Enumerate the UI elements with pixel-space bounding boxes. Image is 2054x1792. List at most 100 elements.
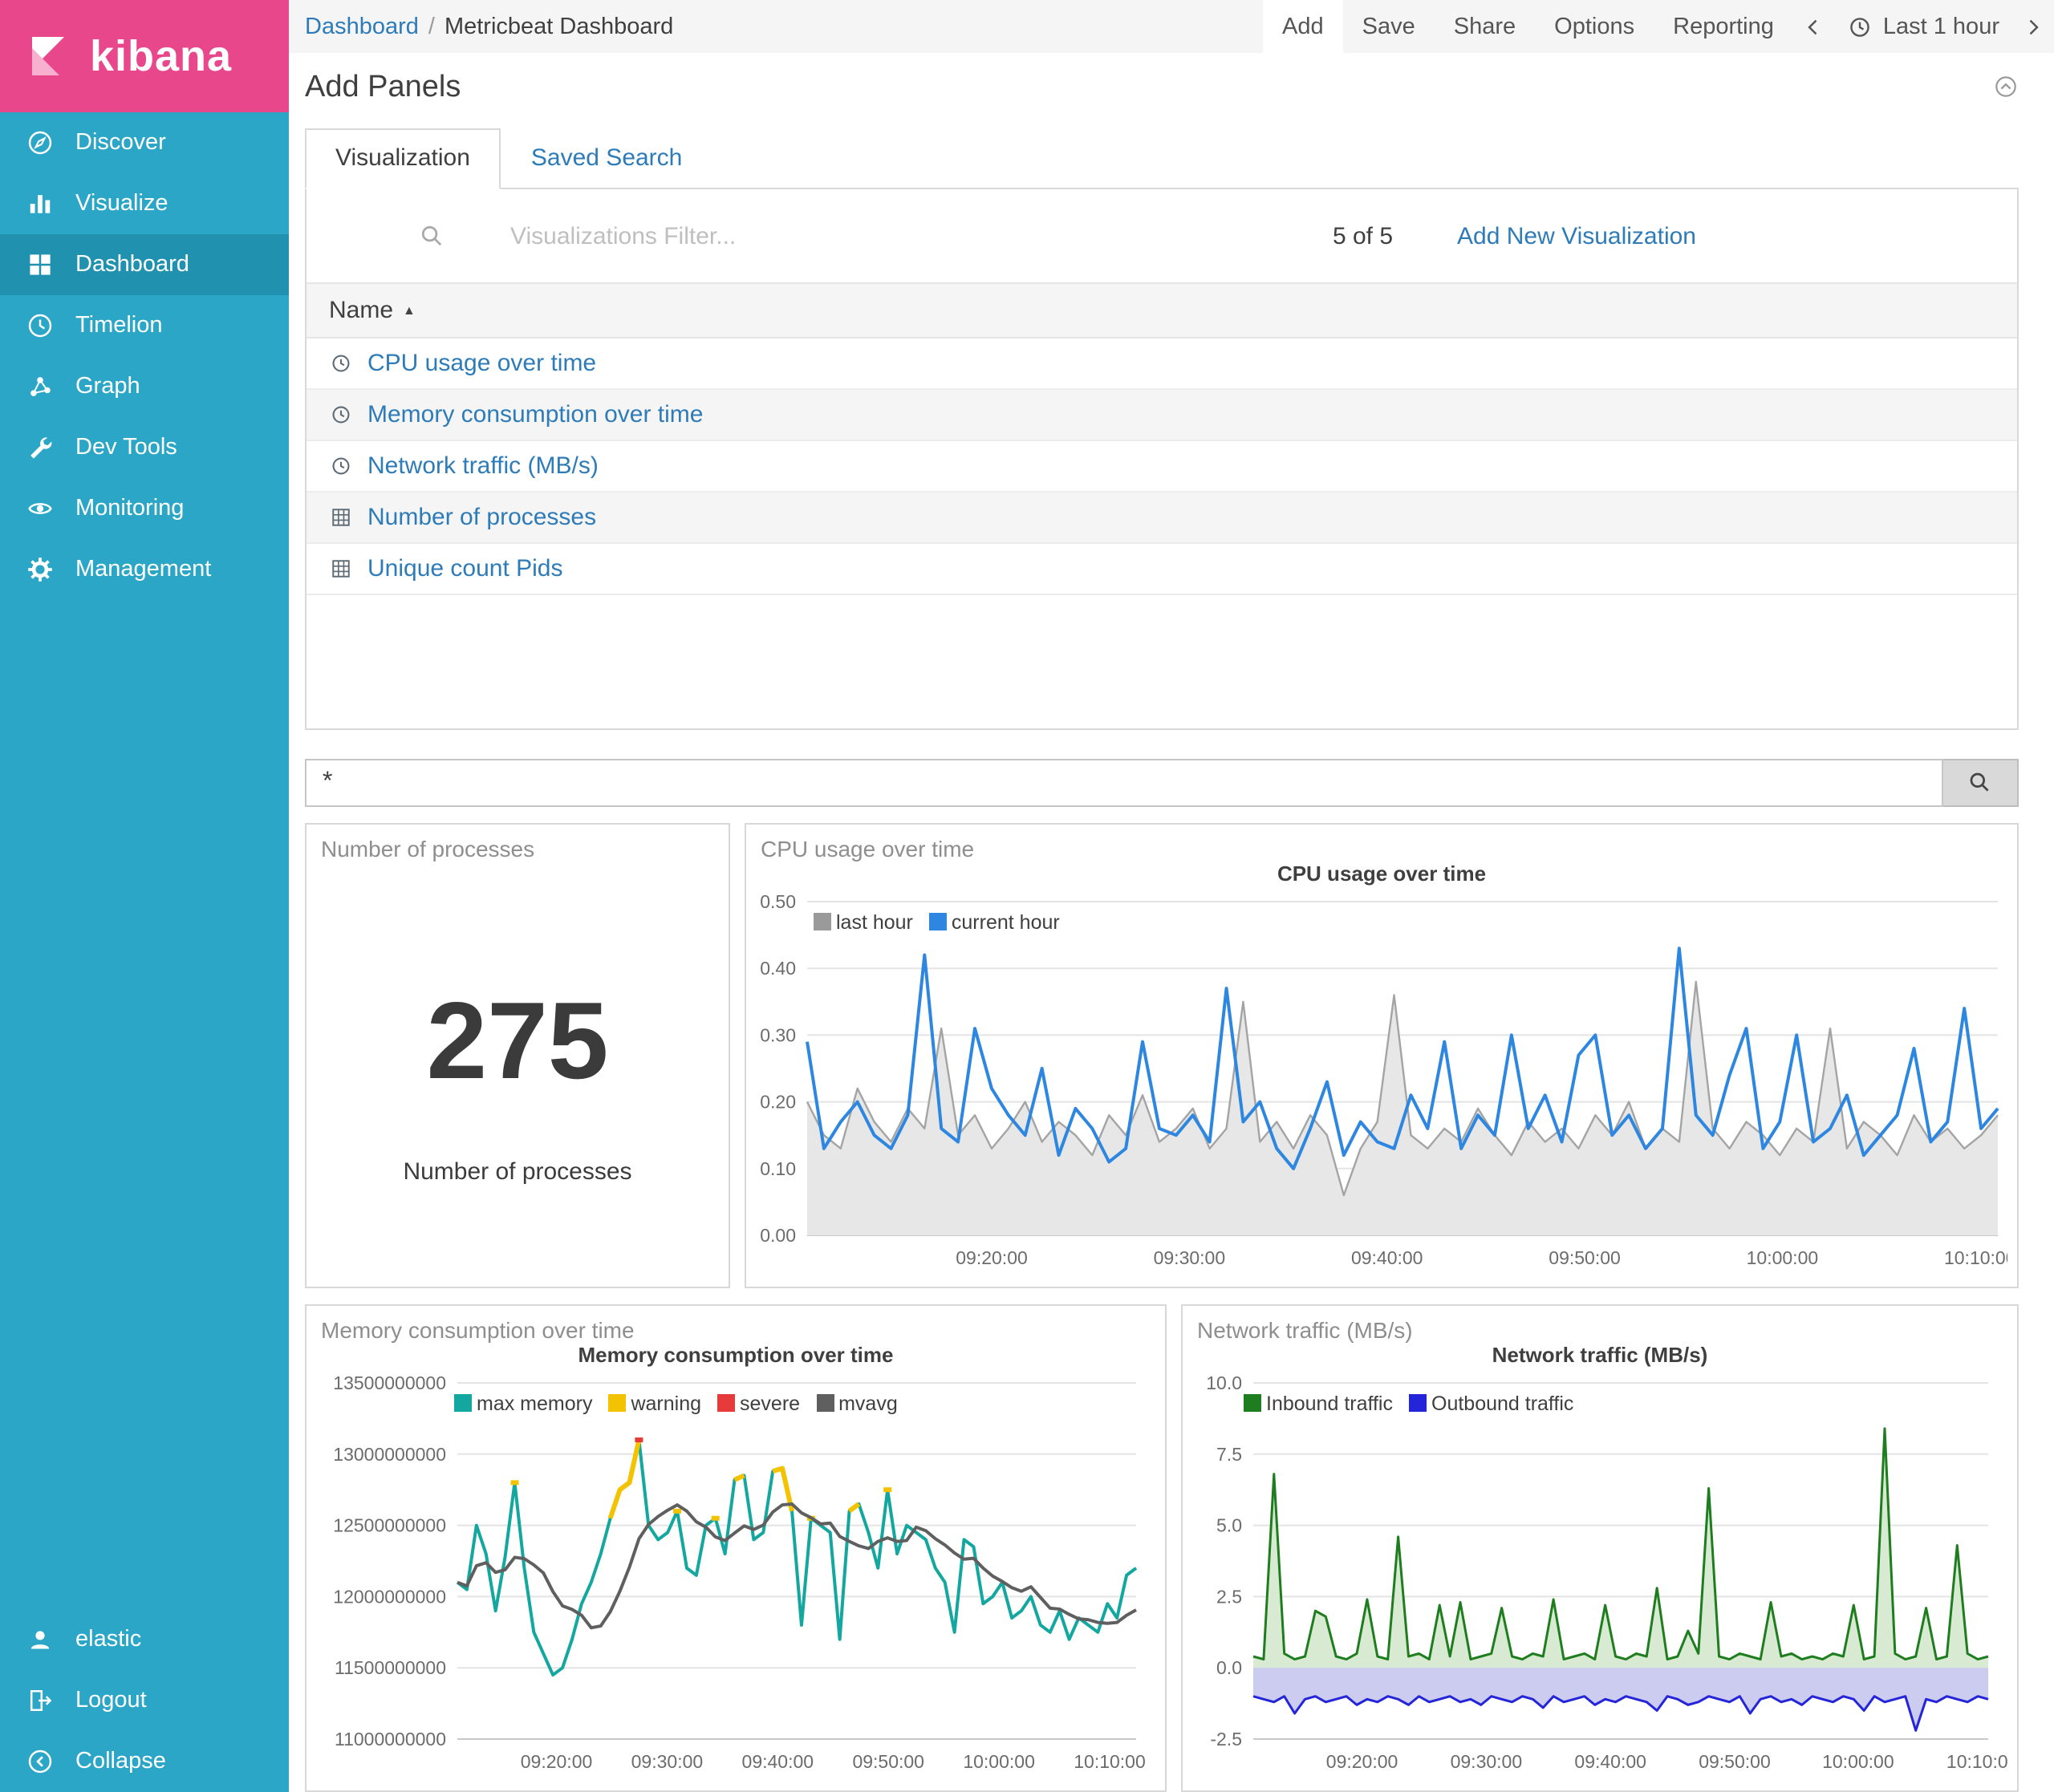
logout-icon [26,1686,55,1715]
cpu-chart[interactable]: last hour current hour 0.000.100.200.300.… [756,889,2007,1280]
wrench-icon [26,433,55,462]
kibana-logo[interactable]: kibana [0,0,289,112]
panel-title[interactable]: Number of processes [321,836,534,862]
list-item-label: Network traffic (MB/s) [367,452,599,480]
svg-text:09:30:00: 09:30:00 [1451,1751,1523,1772]
list-item-label: Number of processes [367,504,596,531]
sort-asc-icon: ▲ [403,303,416,318]
time-back-button[interactable] [1793,0,1835,53]
cpu-chart-canvas: 0.000.100.200.300.400.5009:20:0009:30:00… [756,889,2007,1280]
legend-item-warning[interactable]: warning [608,1393,701,1415]
svg-text:0.40: 0.40 [760,958,796,979]
svg-text:09:20:00: 09:20:00 [956,1247,1028,1268]
tab-visualization[interactable]: Visualization [305,128,501,189]
dashboard-row-1: Number of processes 275 Number of proces… [305,823,2019,1288]
topbar-actions: Add Save Share Options Reporting Last 1 … [1263,0,2054,53]
sidebar-item-label: Dev Tools [75,435,177,460]
svg-text:11500000000: 11500000000 [335,1657,446,1678]
list-item-cpu-usage[interactable]: CPU usage over time [306,339,2017,390]
list-item-unique-count-pids[interactable]: Unique count Pids [306,544,2017,595]
legend-swatch [1409,1394,1427,1412]
sidebar-item-visualize[interactable]: Visualize [0,173,289,234]
panel-title[interactable]: Memory consumption over time [321,1317,635,1343]
svg-text:0.10: 0.10 [760,1158,796,1179]
sidebar-item-label: Timelion [75,313,163,339]
sidebar-item-label: Collapse [75,1749,166,1774]
svg-text:10.0: 10.0 [1206,1372,1242,1393]
legend-item-mvavg[interactable]: mvavg [816,1393,898,1415]
sidebar-footer: elastic Logout Collapse [0,1609,289,1792]
clock-icon [329,403,353,427]
svg-text:10:00:00: 10:00:00 [963,1751,1035,1772]
sidebar-item-collapse[interactable]: Collapse [0,1731,289,1792]
svg-text:10:10:00: 10:10:00 [1944,1247,2007,1268]
dashboard-panel-cpu-usage: CPU usage over time CPU usage over time … [745,823,2019,1288]
sidebar-item-graph[interactable]: Graph [0,356,289,417]
time-forward-button[interactable] [2012,0,2054,53]
visualizations-filter-input[interactable] [507,221,1269,251]
sidebar-nav: Discover Visualize Dashboard Timelion Gr… [0,112,289,600]
panel-title[interactable]: Network traffic (MB/s) [1197,1317,1413,1343]
svg-text:7.5: 7.5 [1216,1444,1242,1465]
memory-chart[interactable]: max memory warning severe mvavg 11000000000… [316,1370,1155,1787]
table-header-name[interactable]: Name ▲ [306,282,2017,339]
reporting-button[interactable]: Reporting [1654,0,1793,53]
svg-text:0.00: 0.00 [760,1225,796,1246]
legend-item-current-hour[interactable]: current hour [929,911,1060,934]
breadcrumb-dashboard-link[interactable]: Dashboard [305,14,419,39]
collapse-icon [26,1747,55,1776]
list-item-label: Unique count Pids [367,555,563,582]
collapse-panel-button[interactable] [1993,74,2019,99]
sidebar-item-monitoring[interactable]: Monitoring [0,478,289,539]
chart-title: Network traffic (MB/s) [1183,1343,2017,1367]
time-picker[interactable]: Last 1 hour [1835,0,2012,53]
add-panels-tabs: Visualization Saved Search [305,128,2019,188]
share-button[interactable]: Share [1435,0,1535,53]
sidebar-item-dev-tools[interactable]: Dev Tools [0,417,289,478]
eye-icon [26,494,55,523]
legend-item-last-hour[interactable]: last hour [814,911,913,934]
gear-icon [26,555,55,584]
legend-swatch [454,1394,472,1412]
sidebar-item-management[interactable]: Management [0,539,289,600]
svg-text:12000000000: 12000000000 [333,1586,446,1607]
panel-title[interactable]: CPU usage over time [761,836,974,862]
tab-saved-search[interactable]: Saved Search [501,128,712,188]
breadcrumb-current: Metricbeat Dashboard [444,14,673,39]
list-item-number-of-processes[interactable]: Number of processes [306,493,2017,544]
legend-swatch [608,1394,626,1412]
dashboard-panel-network-traffic: Network traffic (MB/s) Network traffic (… [1181,1304,2019,1792]
svg-text:11000000000: 11000000000 [335,1729,446,1749]
add-new-visualization-link[interactable]: Add New Visualization [1457,222,1696,249]
sidebar-item-discover[interactable]: Discover [0,112,289,173]
visualize-icon [26,189,55,218]
sidebar-item-elastic-user[interactable]: elastic [0,1609,289,1670]
legend-item-max-memory[interactable]: max memory [454,1393,592,1415]
sidebar: kibana Discover Visualize Dashboard Time… [0,0,289,1792]
add-button[interactable]: Add [1263,0,1343,53]
save-button[interactable]: Save [1343,0,1435,53]
legend-item-severe[interactable]: severe [717,1393,800,1415]
sidebar-item-label: Dashboard [75,252,189,278]
sidebar-item-label: Graph [75,374,140,399]
kibana-logo-text: kibana [90,31,232,81]
dashboard-panel-memory-consumption: Memory consumption over time Memory cons… [305,1304,1167,1792]
sidebar-item-timelion[interactable]: Timelion [0,295,289,356]
search-icon [419,222,446,249]
dashboard-icon [26,250,55,279]
svg-text:10:10:00: 10:10:00 [1074,1751,1146,1772]
network-chart[interactable]: Inbound traffic Outbound traffic -2.50.02… [1192,1370,2007,1787]
list-item-network-traffic[interactable]: Network traffic (MB/s) [306,441,2017,493]
sidebar-item-logout[interactable]: Logout [0,1670,289,1731]
svg-text:09:50:00: 09:50:00 [852,1751,924,1772]
network-chart-canvas: -2.50.02.55.07.510.009:20:0009:30:0009:4… [1192,1370,2007,1787]
legend-item-inbound-traffic[interactable]: Inbound traffic [1244,1393,1393,1415]
query-input[interactable] [305,759,1943,807]
sidebar-item-label: Monitoring [75,496,184,521]
query-bar [305,759,2019,807]
query-search-button[interactable] [1943,759,2019,807]
list-item-memory-consumption[interactable]: Memory consumption over time [306,390,2017,441]
legend-item-outbound-traffic[interactable]: Outbound traffic [1409,1393,1573,1415]
sidebar-item-dashboard[interactable]: Dashboard [0,234,289,295]
options-button[interactable]: Options [1535,0,1654,53]
